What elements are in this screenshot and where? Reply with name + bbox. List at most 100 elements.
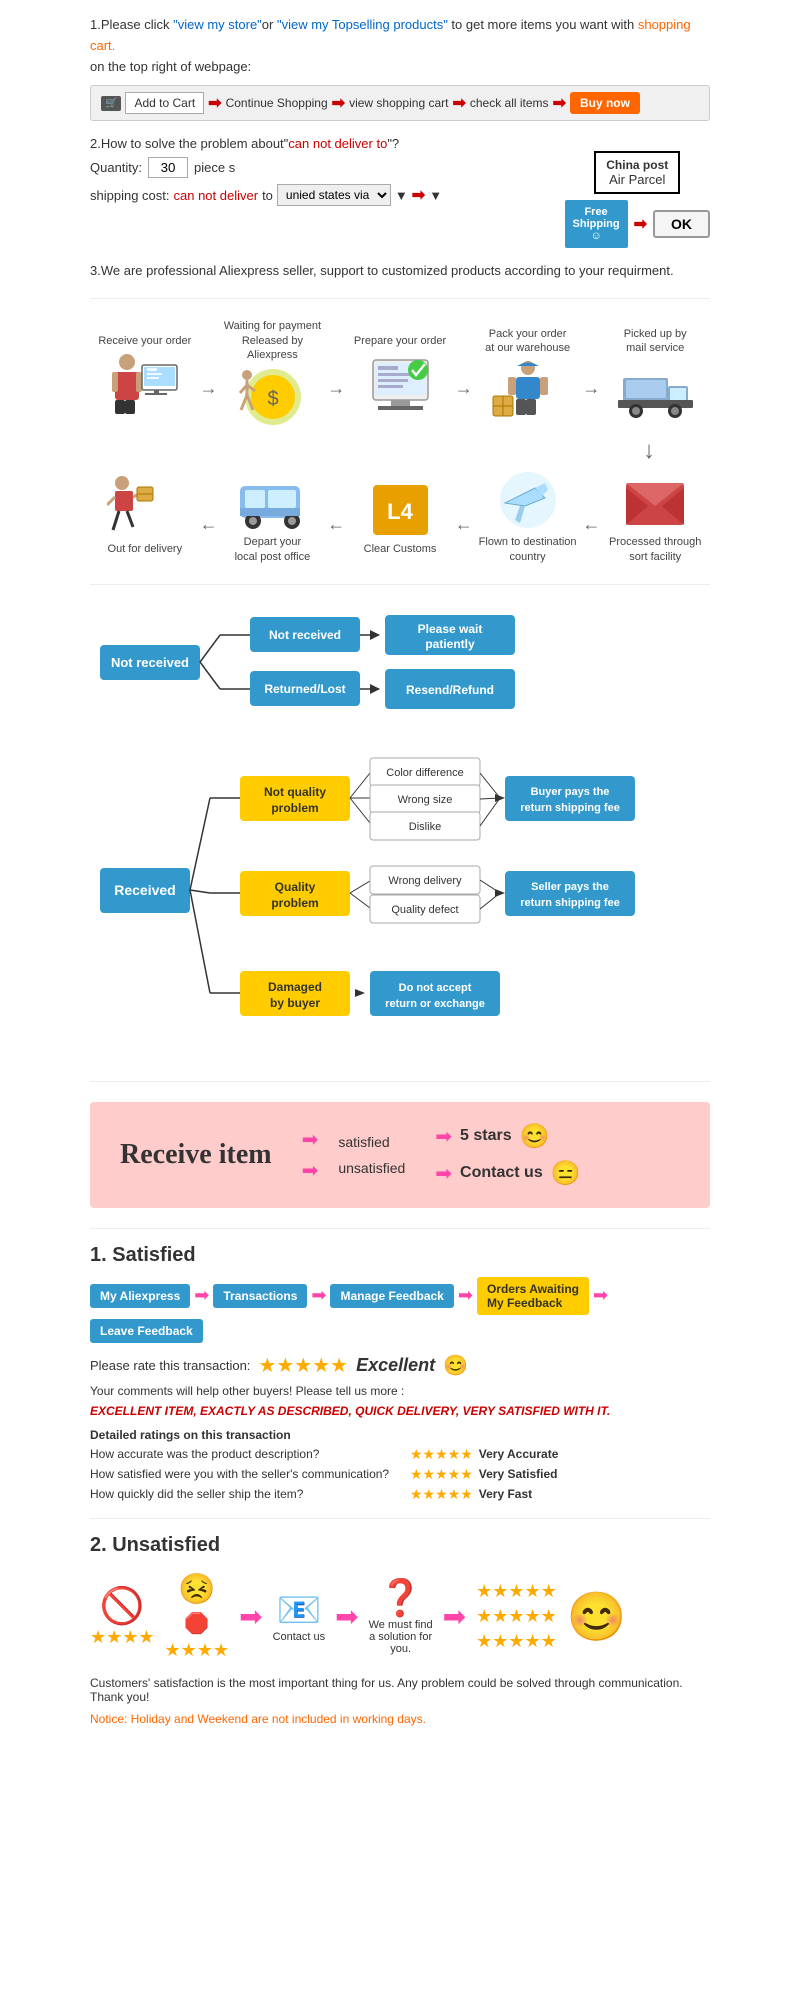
proc-item-3: Prepare your order [345, 334, 455, 418]
proc-label-2: Waiting for paymentReleased by Aliexpres… [218, 319, 328, 362]
view-store-link[interactable]: "view my store" [173, 17, 262, 32]
ratings-table: Detailed ratings on this transaction How… [90, 1428, 710, 1503]
fb-step-5: Leave Feedback [90, 1319, 203, 1343]
svg-text:problem: problem [271, 896, 318, 910]
receive-arrows: ➡ ➡ [302, 1127, 319, 1183]
rating-stars: ★★★★★ [258, 1353, 348, 1378]
proc-item-5: Picked up bymail service [600, 327, 710, 426]
received-svg: Received Not quality problem Quality pro… [90, 738, 710, 1058]
rating-stars-1: ★★★★★ [410, 1446, 473, 1463]
proc-label-8: Clear Customs [364, 542, 437, 556]
fb-step-1: My Aliexpress [90, 1284, 190, 1308]
cant-deliver-inline: can not deliver [174, 188, 259, 203]
comment1-text: Your comments will help other buyers! Pl… [90, 1384, 710, 1398]
process-row2: Out for delivery ← [90, 465, 710, 564]
proc-icon-7 [235, 465, 310, 535]
unsat-flow: 🚫 ★★★★ 😣 🛑 ★★★★ ➡ 📧 Contact us ➡ ❓ W [90, 1572, 710, 1661]
ship-arrow: ➡ [412, 185, 425, 205]
proc-item-8: L4 Clear Customs [345, 472, 455, 556]
final-smiley: 😊 [567, 1588, 627, 1645]
fb-arrow-1: ➡ [194, 1285, 209, 1306]
proc-arrow-8: ← [582, 494, 600, 535]
unsat-item-1: 🚫 ★★★★ [90, 1585, 155, 1648]
add-to-cart-label[interactable]: Add to Cart [125, 92, 204, 114]
arrow2: ➡ [332, 93, 345, 113]
rating-label-2: How satisfied were you with the seller's… [90, 1467, 410, 1481]
not-received-section: Not received Not received Returned/Lost [90, 600, 710, 723]
notice-text: Customers' satisfaction is the most impo… [90, 1676, 710, 1704]
feedback-steps: My Aliexpress ➡ Transactions ➡ Manage Fe… [90, 1277, 710, 1343]
svg-text:Not received: Not received [111, 655, 189, 670]
excellent-label: Excellent [356, 1355, 435, 1376]
rating-stars-3: ★★★★★ [410, 1486, 473, 1503]
dropdown-icon[interactable]: ▼ [395, 188, 408, 203]
section3-text: 3.We are professional Aliexpress seller,… [90, 263, 710, 278]
svg-text:return shipping fee: return shipping fee [520, 897, 620, 909]
check-items-label[interactable]: check all items [470, 96, 549, 110]
proc-arrow-4: → [582, 353, 600, 399]
proc-icon-10 [618, 465, 693, 535]
quantity-input[interactable] [148, 157, 188, 178]
proc-icon-6 [107, 472, 182, 542]
svg-text:by buyer: by buyer [270, 996, 320, 1010]
star-row-1: ★★★★★ [476, 1581, 557, 1602]
svg-text:Dislike: Dislike [409, 821, 441, 833]
not-received-svg: Not received Not received Returned/Lost [90, 600, 710, 720]
five-stars-row: ➡ 5 stars 😊 [435, 1122, 580, 1151]
unsat-arrow-2: ➡ [335, 1600, 358, 1633]
ok-button[interactable]: OK [653, 210, 710, 238]
rating-label-1: How accurate was the product description… [90, 1447, 410, 1461]
rating-text-2: Very Satisfied [479, 1467, 558, 1481]
unsat-face: 😣 🛑 ★★★★ [165, 1572, 230, 1661]
receive-arrow-2: ➡ [302, 1158, 319, 1183]
view-cart-label[interactable]: view shopping cart [349, 96, 448, 110]
air-parcel-label: Air Parcel [606, 172, 668, 187]
svg-text:Returned/Lost: Returned/Lost [264, 682, 345, 696]
cart-steps-row: 🛒 Add to Cart ➡ Continue Shopping ➡ view… [90, 85, 710, 121]
proc-label-6: Out for delivery [108, 542, 183, 556]
section2-inner: Quantity: piece s shipping cost: can not… [90, 151, 710, 248]
proc-icon-3 [363, 348, 438, 418]
proc-item-10: Processed throughsort facility [600, 465, 710, 564]
proc-label-9: Flown to destinationcountry [479, 535, 577, 564]
rating-stars-2: ★★★★★ [410, 1466, 473, 1483]
star-row-2: ★★★★★ [476, 1606, 557, 1627]
receive-arrow-1: ➡ [302, 1127, 319, 1152]
question-icon: ❓ [369, 1577, 433, 1619]
continue-shopping-label[interactable]: Continue Shopping [226, 96, 328, 110]
proc-icon-9 [490, 465, 565, 535]
proc-label-5: Picked up bymail service [624, 327, 687, 356]
down-arrow: ↓ [90, 437, 655, 465]
view-topselling-link[interactable]: "view my Topselling products" [277, 17, 448, 32]
proc-icon-4 [490, 355, 565, 425]
svg-text:Wrong size: Wrong size [398, 794, 453, 806]
proc-item-4: Pack your orderat our warehouse [473, 327, 583, 426]
free-shipping-label: FreeShipping☺ [565, 200, 628, 248]
contact-us-label: Contact us [460, 1164, 543, 1182]
cart-icon: 🛒 [101, 96, 121, 111]
svg-text:Not quality: Not quality [264, 785, 326, 799]
unsat-arrow-3: ➡ [443, 1600, 466, 1633]
buy-now-button[interactable]: Buy now [570, 92, 640, 114]
to-label: to [262, 188, 273, 203]
section1-subtext: on the top right of webpage: [90, 57, 710, 78]
svg-text:Color difference: Color difference [386, 767, 463, 779]
rating-row-1: How accurate was the product description… [90, 1446, 710, 1463]
proc-arrow-3: → [455, 353, 473, 399]
shipping-cost-label: shipping cost: [90, 188, 170, 203]
unsatisfied-title: 2. Unsatisfied [90, 1534, 710, 1557]
shipping-destination-select[interactable]: unied states via [277, 184, 391, 206]
proc-arrow-7: ← [455, 494, 473, 535]
proc-item-9: Flown to destinationcountry [473, 465, 583, 564]
svg-text:$: $ [267, 388, 278, 410]
excellent-emoji: 😊 [443, 1353, 468, 1378]
svg-text:Please wait: Please wait [418, 622, 483, 636]
contact-us-label-unsat: Contact us [273, 1631, 326, 1643]
arrow-unsatisfied: ➡ [302, 1158, 319, 1183]
neutral-emoji: 😑 [551, 1159, 581, 1188]
proc-label-1: Receive your order [98, 334, 191, 348]
dropdown2-icon[interactable]: ▼ [429, 188, 442, 203]
fb-step-4: Orders AwaitingMy Feedback [477, 1277, 589, 1315]
piece-label: piece s [194, 160, 235, 175]
no-entry-icon: 🚫 [90, 1585, 155, 1627]
